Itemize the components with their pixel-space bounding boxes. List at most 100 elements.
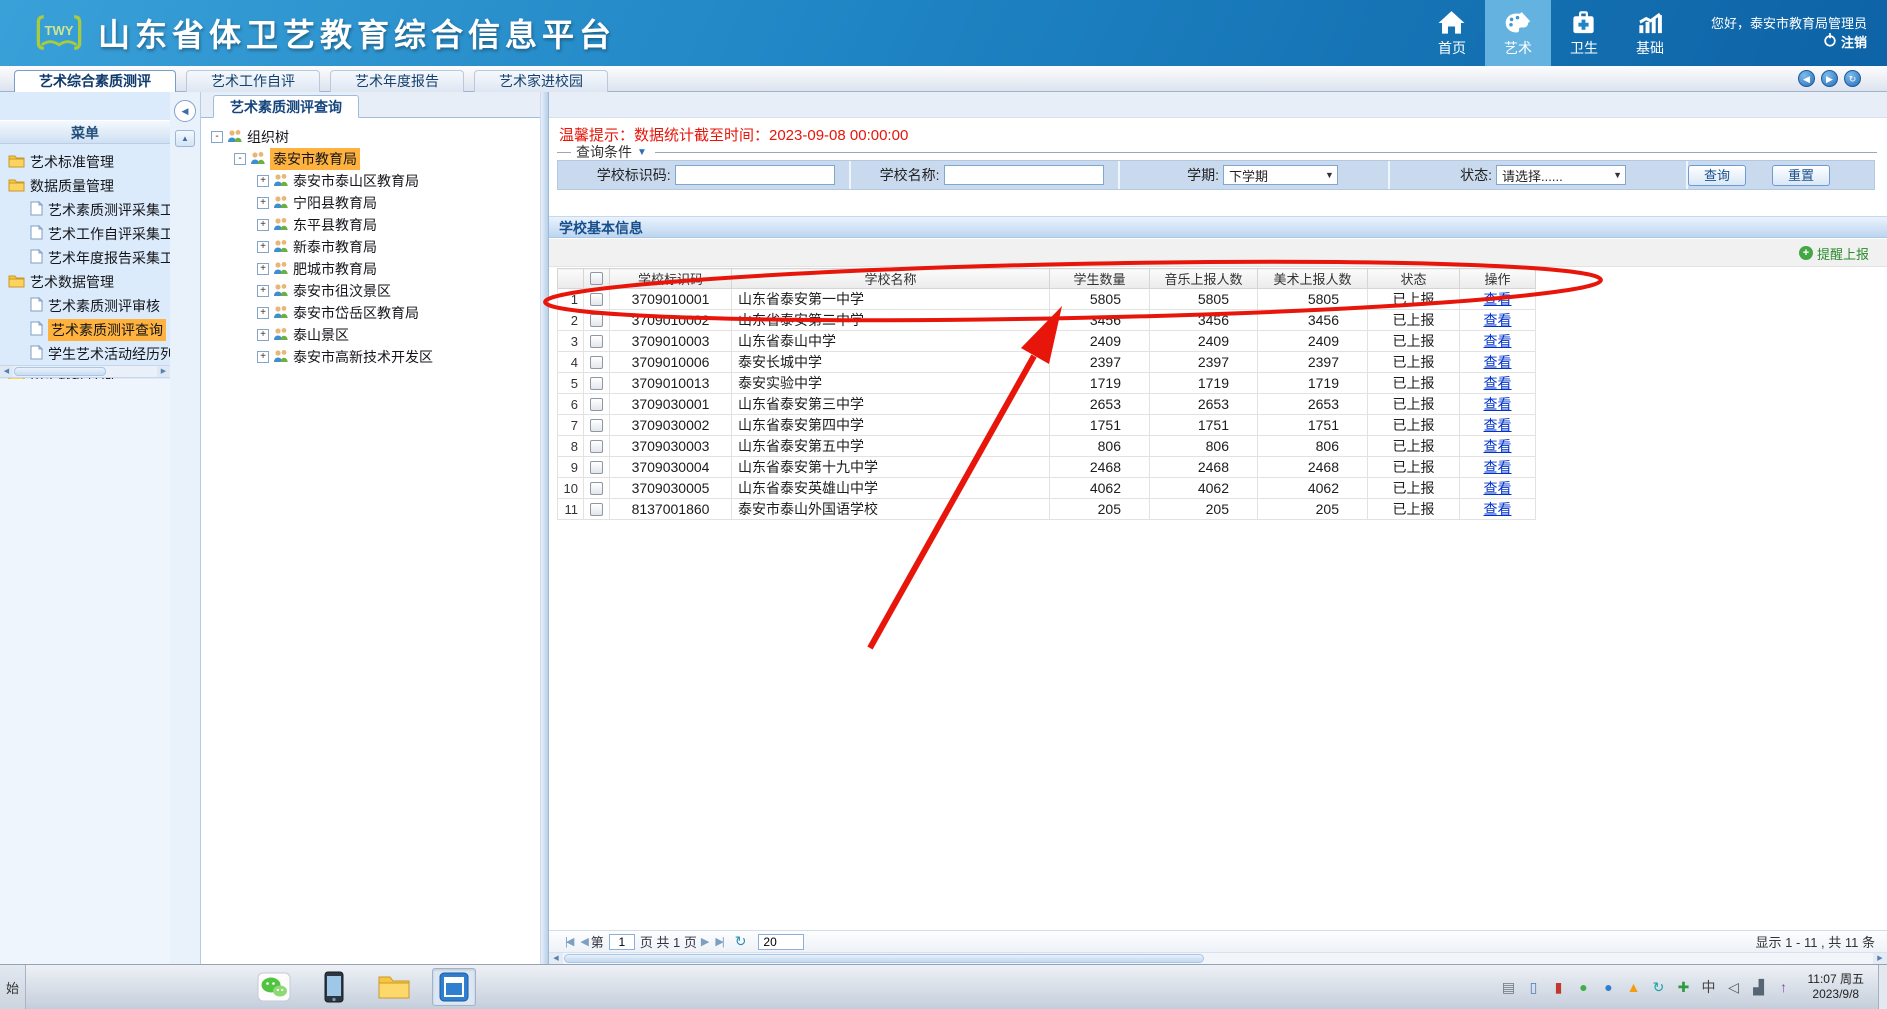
sidebar-item-艺术素质测评查询[interactable]: 艺术素质测评查询 — [0, 318, 170, 342]
row-checkbox[interactable] — [590, 503, 603, 516]
school-name-input[interactable] — [944, 165, 1104, 185]
tab-art-quality-query[interactable]: 艺术素质测评查询 — [213, 95, 359, 118]
logout-button[interactable]: 注销 — [1711, 33, 1867, 52]
scroll-right-icon[interactable]: ▶ — [1873, 953, 1887, 964]
row-checkbox[interactable] — [590, 419, 603, 432]
start-button[interactable]: 始 — [0, 965, 26, 1009]
term-select[interactable]: 下学期 ▼ — [1223, 165, 1338, 185]
view-link[interactable]: 查看 — [1484, 459, 1512, 475]
expand-node-icon[interactable]: + — [257, 285, 269, 297]
tree-node-泰安市泰山区教育局[interactable]: +泰安市泰山区教育局 — [211, 170, 540, 192]
back-circle-icon[interactable]: ◀ — [1798, 70, 1815, 87]
last-page-icon[interactable]: ▶| — [715, 935, 722, 948]
search-button[interactable]: 查询 — [1688, 165, 1746, 186]
sidebar-item-艺术工作自评采集工作进展[interactable]: 艺术工作自评采集工作进展 — [0, 222, 170, 246]
row-checkbox[interactable] — [590, 356, 603, 369]
sidebar-item-学生艺术活动经历列表[interactable]: 学生艺术活动经历列表 — [0, 342, 170, 366]
sidebar-item-艺术标准管理[interactable]: 艺术标准管理 — [0, 150, 170, 174]
nav-health[interactable]: 卫生 — [1551, 0, 1617, 66]
scroll-left-icon[interactable]: ◀ — [0, 366, 13, 377]
view-link[interactable]: 查看 — [1484, 354, 1512, 370]
show-desktop-button[interactable] — [1878, 965, 1887, 1009]
update-icon[interactable]: ▲ — [1626, 979, 1642, 995]
sidebar-item-艺术素质测评采集工作进展[interactable]: 艺术素质测评采集工作进展 — [0, 198, 170, 222]
collapse-node-icon[interactable]: - — [211, 131, 223, 143]
tree-node-泰山景区[interactable]: +泰山景区 — [211, 324, 540, 346]
tab-艺术年度报告[interactable]: 艺术年度报告 — [330, 70, 464, 92]
tree-node-新泰市教育局[interactable]: +新泰市教育局 — [211, 236, 540, 258]
view-link[interactable]: 查看 — [1484, 417, 1512, 433]
expand-node-icon[interactable]: + — [257, 263, 269, 275]
status-select[interactable]: 请选择...... ▼ — [1496, 165, 1626, 185]
view-link[interactable]: 查看 — [1484, 396, 1512, 412]
sidebar-scroll-thumb[interactable] — [14, 367, 106, 376]
folder-icon[interactable] — [372, 968, 416, 1006]
expand-node-icon[interactable]: + — [257, 307, 269, 319]
row-checkbox[interactable] — [590, 335, 603, 348]
sidebar-scrollbar[interactable]: ◀ ▶ — [0, 365, 170, 378]
pen-icon[interactable]: ▮ — [1551, 979, 1567, 995]
view-link[interactable]: 查看 — [1484, 333, 1512, 349]
row-checkbox[interactable] — [590, 398, 603, 411]
sidebar-item-数据质量管理[interactable]: 数据质量管理 — [0, 174, 170, 198]
refresh-icon[interactable]: ↻ — [735, 933, 747, 950]
nav-base[interactable]: 基础 — [1617, 0, 1683, 66]
nav-home[interactable]: 首页 — [1419, 0, 1485, 66]
row-checkbox[interactable] — [590, 377, 603, 390]
select-all-checkbox[interactable] — [590, 272, 603, 285]
forward-circle-icon[interactable]: ▶ — [1821, 70, 1838, 87]
prev-page-icon[interactable]: ◀ — [580, 935, 586, 948]
view-link[interactable]: 查看 — [1484, 375, 1512, 391]
tree-node-泰安市岱岳区教育局[interactable]: +泰安市岱岳区教育局 — [211, 302, 540, 324]
wechat-icon[interactable] — [252, 968, 296, 1006]
tab-艺术综合素质测评[interactable]: 艺术综合素质测评 — [14, 70, 176, 92]
expand-node-icon[interactable]: + — [257, 175, 269, 187]
tree-node-泰安市高新技术开发区[interactable]: +泰安市高新技术开发区 — [211, 346, 540, 368]
expand-node-icon[interactable]: + — [257, 241, 269, 253]
row-checkbox[interactable] — [590, 293, 603, 306]
security-icon[interactable]: ● — [1576, 979, 1592, 995]
scroll-right-icon[interactable]: ▶ — [157, 366, 170, 377]
view-link[interactable]: 查看 — [1484, 438, 1512, 454]
notepad-icon[interactable]: ▯ — [1526, 979, 1542, 995]
input-method-icon[interactable]: 中 — [1701, 979, 1717, 995]
main-horizontal-scrollbar[interactable]: ◀ ▶ — [549, 952, 1887, 964]
scroll-left-icon[interactable]: ◀ — [549, 953, 563, 964]
scroll-up-button[interactable]: ▲ — [175, 130, 195, 147]
sidebar-item-艺术数据管理[interactable]: 艺术数据管理 — [0, 270, 170, 294]
page-number-input[interactable] — [609, 934, 635, 950]
school-id-input[interactable] — [675, 165, 835, 185]
first-page-icon[interactable]: |◀ — [565, 935, 572, 948]
sidebar-item-艺术年度报告采集工作进展[interactable]: 艺术年度报告采集工作进展 — [0, 246, 170, 270]
view-link[interactable]: 查看 — [1484, 501, 1512, 517]
taskbar-clock[interactable]: 11:07 周五 2023/9/8 — [1808, 972, 1864, 1002]
tree-node-肥城市教育局[interactable]: +肥城市教育局 — [211, 258, 540, 280]
messenger-icon[interactable]: ● — [1601, 979, 1617, 995]
refresh-circle-icon[interactable]: ↻ — [1844, 70, 1861, 87]
sidebar-item-艺术素质测评审核[interactable]: 艺术素质测评审核 — [0, 294, 170, 318]
filter-legend[interactable]: 查询条件 ▼ — [557, 142, 1877, 162]
expand-node-icon[interactable]: + — [257, 329, 269, 341]
safety-icon[interactable]: ✚ — [1676, 979, 1692, 995]
next-page-icon[interactable]: ▶ — [701, 935, 707, 948]
row-checkbox[interactable] — [590, 314, 603, 327]
page-size-input[interactable] — [758, 934, 804, 950]
tab-艺术家进校园[interactable]: 艺术家进校园 — [474, 70, 608, 92]
row-checkbox[interactable] — [590, 461, 603, 474]
phone-icon[interactable] — [312, 968, 356, 1006]
tree-node-泰安市徂汶景区[interactable]: +泰安市徂汶景区 — [211, 280, 540, 302]
reset-button[interactable]: 重置 — [1772, 165, 1830, 186]
printer-icon[interactable]: ▤ — [1501, 979, 1517, 995]
expand-node-icon[interactable]: + — [257, 219, 269, 231]
nav-art[interactable]: 艺术 — [1485, 0, 1551, 66]
sync-icon[interactable]: ↻ — [1651, 979, 1667, 995]
row-checkbox[interactable] — [590, 440, 603, 453]
view-link[interactable]: 查看 — [1484, 312, 1512, 328]
network-icon[interactable]: ▟ — [1751, 979, 1767, 995]
tree-node-东平县教育局[interactable]: +东平县教育局 — [211, 214, 540, 236]
scroll-thumb[interactable] — [564, 954, 1204, 963]
row-checkbox[interactable] — [590, 482, 603, 495]
expand-node-icon[interactable]: + — [257, 351, 269, 363]
collapse-sidebar-button[interactable]: ◀ — [174, 100, 196, 122]
volume-icon[interactable]: ◁ — [1726, 979, 1742, 995]
